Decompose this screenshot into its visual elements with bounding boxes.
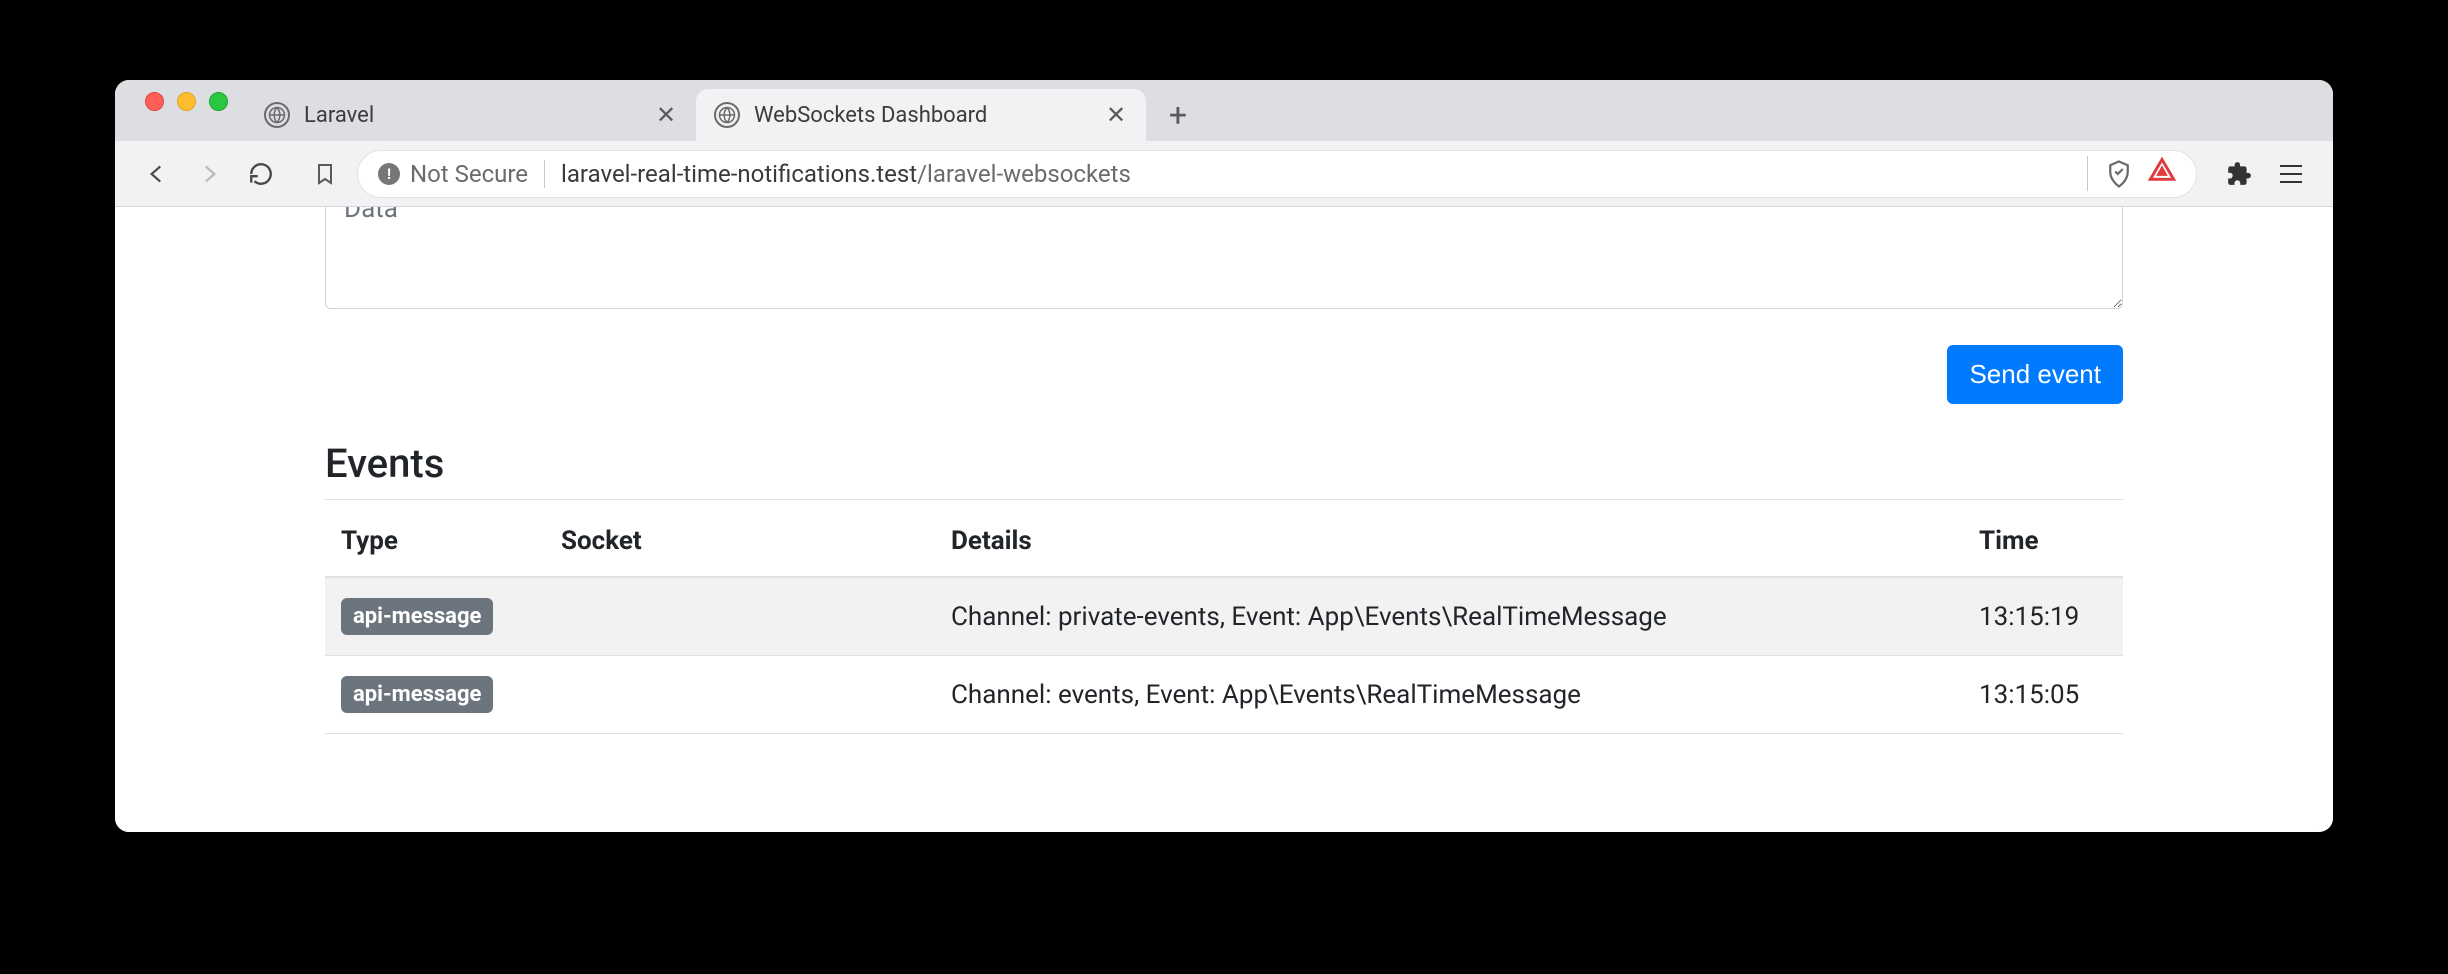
brave-shields-icon[interactable] — [2104, 159, 2134, 189]
browser-window: Laravel ✕ WebSockets Dashboard ✕ + — [115, 80, 2333, 832]
cell-details: Channel: private-events, Event: App\Even… — [935, 577, 1963, 656]
close-tab-icon[interactable]: ✕ — [1104, 103, 1128, 127]
type-badge: api-message — [341, 676, 493, 713]
tab-title: WebSockets Dashboard — [754, 103, 1090, 128]
new-tab-button[interactable]: + — [1156, 93, 1200, 137]
menu-button[interactable] — [2269, 152, 2313, 196]
toolbar: ! Not Secure laravel-real-time-notificat… — [115, 141, 2333, 207]
table-row: api-message Channel: private-events, Eve… — [325, 577, 2123, 656]
close-window-button[interactable] — [145, 92, 164, 111]
bookmark-button[interactable] — [303, 152, 347, 196]
cell-socket — [545, 577, 935, 656]
url-text: laravel-real-time-notifications.test/lar… — [561, 160, 1131, 188]
tabs: Laravel ✕ WebSockets Dashboard ✕ + — [246, 80, 1200, 141]
tab-websockets-dashboard[interactable]: WebSockets Dashboard ✕ — [696, 89, 1146, 141]
events-heading: Events — [325, 440, 2123, 500]
close-tab-icon[interactable]: ✕ — [654, 103, 678, 127]
back-button[interactable] — [135, 152, 179, 196]
col-header-socket: Socket — [545, 506, 935, 577]
maximize-window-button[interactable] — [209, 92, 228, 111]
security-indicator[interactable]: ! Not Secure — [378, 160, 545, 188]
cell-details: Channel: events, Event: App\Events\RealT… — [935, 656, 1963, 734]
col-header-type: Type — [325, 506, 545, 577]
window-controls — [127, 92, 246, 129]
data-textarea[interactable] — [325, 207, 2123, 309]
send-event-button[interactable]: Send event — [1947, 345, 2123, 404]
cell-time: 13:15:19 — [1963, 577, 2123, 656]
type-badge: api-message — [341, 598, 493, 635]
security-label: Not Secure — [410, 160, 528, 188]
send-row: Send event — [325, 345, 2123, 404]
minimize-window-button[interactable] — [177, 92, 196, 111]
tab-bar: Laravel ✕ WebSockets Dashboard ✕ + — [115, 80, 2333, 141]
table-row: api-message Channel: events, Event: App\… — [325, 656, 2123, 734]
reload-button[interactable] — [239, 152, 283, 196]
warning-icon: ! — [378, 163, 400, 185]
address-bar[interactable]: ! Not Secure laravel-real-time-notificat… — [357, 150, 2197, 198]
table-header-row: Type Socket Details Time — [325, 506, 2123, 577]
page-content: Send event Events Type Socket Details Ti… — [115, 207, 2333, 832]
cell-socket — [545, 656, 935, 734]
address-bar-right — [2087, 156, 2176, 191]
url-host: laravel-real-time-notifications.test — [561, 160, 917, 188]
bat-icon[interactable] — [2148, 156, 2176, 191]
tab-laravel[interactable]: Laravel ✕ — [246, 89, 696, 141]
cell-type: api-message — [325, 656, 545, 734]
address-container: ! Not Secure laravel-real-time-notificat… — [303, 150, 2197, 198]
forward-button[interactable] — [187, 152, 231, 196]
globe-icon — [714, 102, 740, 128]
col-header-details: Details — [935, 506, 1963, 577]
url-path: /laravel-websockets — [917, 160, 1131, 188]
tab-title: Laravel — [304, 103, 640, 128]
globe-icon — [264, 102, 290, 128]
col-header-time: Time — [1963, 506, 2123, 577]
cell-time: 13:15:05 — [1963, 656, 2123, 734]
cell-type: api-message — [325, 577, 545, 656]
extensions-button[interactable] — [2217, 152, 2261, 196]
events-table: Type Socket Details Time api-message Cha… — [325, 506, 2123, 734]
